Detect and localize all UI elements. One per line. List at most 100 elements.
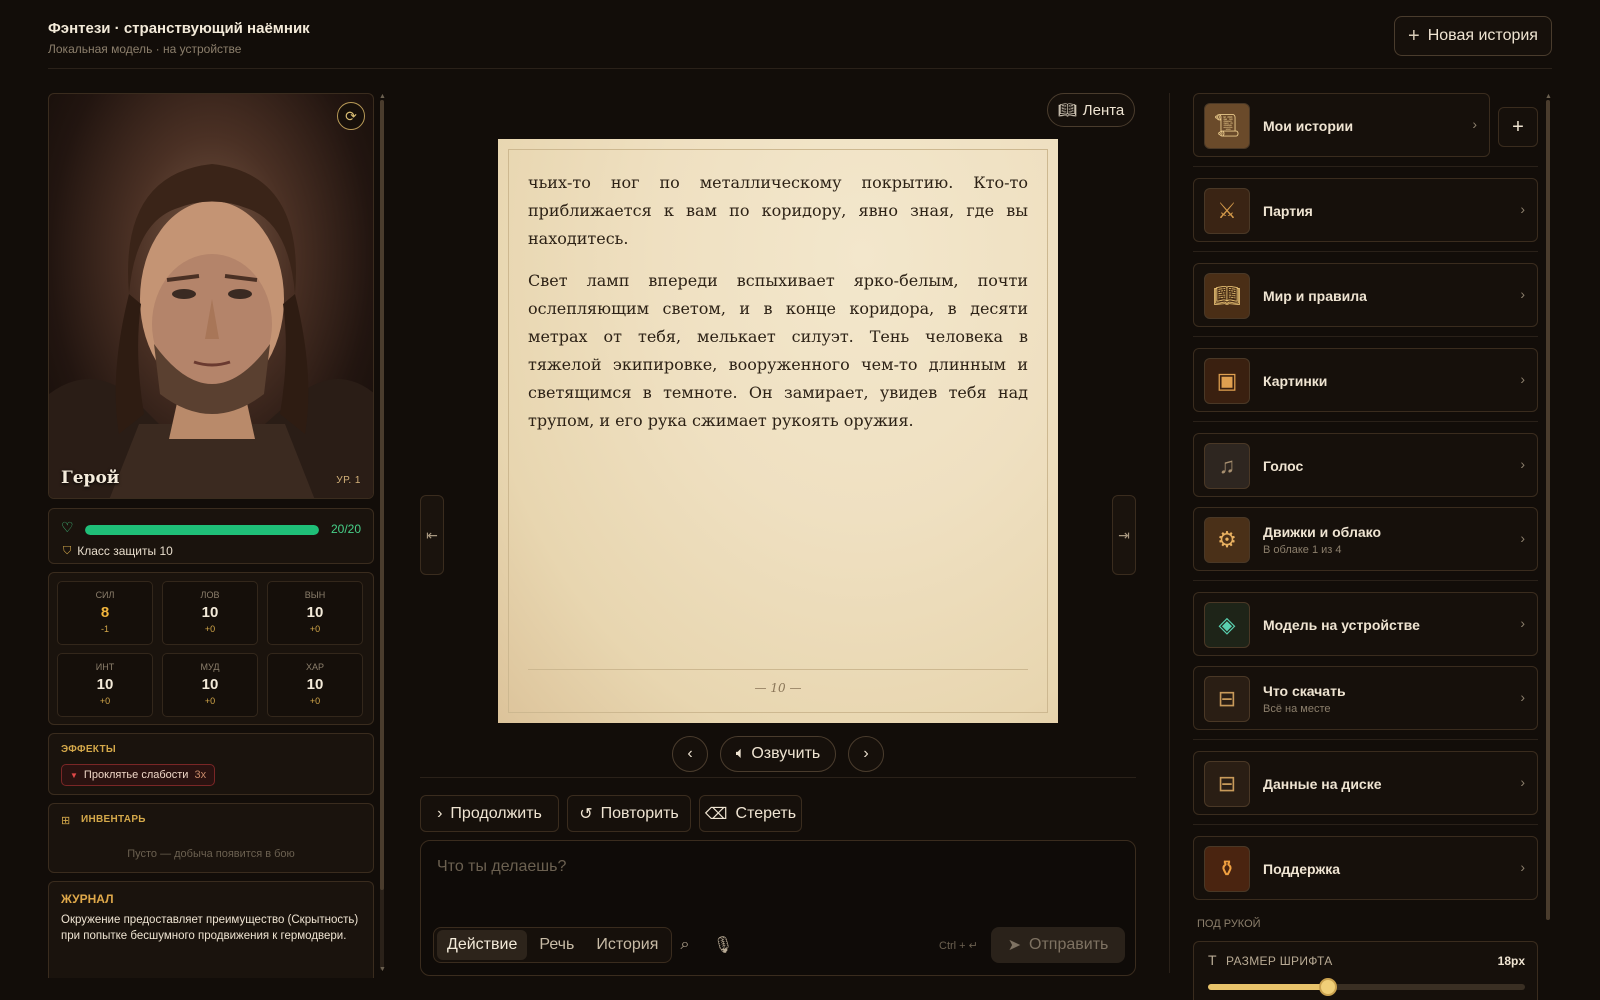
- menu-support[interactable]: ⚱︎ Поддержка ›: [1193, 836, 1538, 900]
- font-size-slider-handle[interactable]: [1319, 978, 1338, 996]
- menu-my-stories[interactable]: 📜︎ Мои истории ›: [1193, 93, 1490, 157]
- menu-party[interactable]: ⚔︎ Партия ›: [1193, 178, 1538, 242]
- menu-label: Мир и правила: [1263, 288, 1367, 304]
- left-scrollbar[interactable]: [380, 100, 384, 970]
- stat-value: 10: [201, 676, 219, 693]
- menu-downloads[interactable]: ⊟ Что скачать Всё на месте ›: [1193, 666, 1538, 730]
- chevron-right-icon: ›: [1520, 286, 1525, 302]
- hero-portrait-image: [49, 164, 373, 498]
- collapse-left-panel-button[interactable]: ⇤: [420, 495, 444, 575]
- menu-label: Движки и облако: [1263, 524, 1382, 540]
- next-page-button[interactable]: ›: [848, 736, 884, 772]
- chevron-left-icon: ‹: [687, 745, 693, 762]
- attach-button[interactable]: ⌕: [673, 933, 697, 957]
- effect-name: Проклятье слабости: [83, 769, 189, 781]
- add-story-button[interactable]: +: [1498, 107, 1538, 147]
- effects-label: ЭФФЕКТЫ: [61, 744, 116, 755]
- menu-voice[interactable]: ♫ Голос ›: [1193, 433, 1538, 497]
- new-story-button[interactable]: + Новая история: [1394, 16, 1552, 56]
- prev-page-button[interactable]: ‹: [672, 736, 708, 772]
- chevron-right-icon: ›: [1520, 689, 1525, 705]
- stat-value: 10: [96, 676, 114, 693]
- left-scrollbar-thumb[interactable]: [380, 100, 384, 890]
- chevron-right-icon: ›: [1520, 859, 1525, 875]
- menu-engines-cloud[interactable]: ⚙︎ Движки и облако В облаке 1 из 4 ›: [1193, 507, 1538, 571]
- retry-button[interactable]: ↺ Повторить: [567, 795, 691, 832]
- scroll-up-icon[interactable]: ▲: [379, 93, 386, 100]
- send-button[interactable]: ➤ Отправить: [991, 927, 1125, 963]
- quick-settings-label: ПОД РУКОЙ: [1197, 918, 1261, 930]
- menu-disk-data[interactable]: ⊟ Данные на диске ›: [1193, 751, 1538, 815]
- journal-entry: Окружение предоставляет преимущество (Ск…: [61, 914, 359, 942]
- stat-modifier: +0: [204, 696, 216, 706]
- story-paragraph: чьих-то ног по металлическому покрытию. …: [528, 173, 1028, 248]
- mode-speech[interactable]: Речь: [529, 930, 584, 960]
- narrate-button[interactable]: 🔈︎ Озвучить: [720, 736, 836, 772]
- stat-modifier: -1: [100, 624, 109, 634]
- stat-int: ИНТ 10 +0: [57, 653, 153, 717]
- stat-name: ВЫН: [304, 590, 326, 600]
- inventory-label: ИНВЕНТАРЬ: [81, 814, 146, 825]
- page-subtitle: Локальная модель · на устройстве: [48, 42, 242, 56]
- stat-dex: ЛОВ 10 +0: [162, 581, 258, 645]
- menu-label: Партия: [1263, 203, 1313, 219]
- regenerate-portrait-button[interactable]: ⟳: [337, 102, 365, 130]
- story-page: чьих-то ног по металлическому покрытию. …: [498, 139, 1058, 723]
- engine-icon: ⚙︎: [1204, 517, 1250, 563]
- hp-value: 20/20: [330, 522, 361, 536]
- plus-icon: +: [1408, 25, 1420, 47]
- font-size-slider[interactable]: [1208, 978, 1525, 996]
- menu-label: Голос: [1263, 458, 1304, 474]
- mode-action[interactable]: Действие: [437, 930, 528, 960]
- inventory-panel: ⊞ ИНВЕНТАРЬ Пусто — добыча появится в бо…: [48, 803, 374, 873]
- chevron-right-icon: ›: [1520, 774, 1525, 790]
- microphone-button[interactable]: 🎙︎: [711, 933, 735, 957]
- menu-device-model[interactable]: ◈ Модель на устройстве ›: [1193, 592, 1538, 656]
- feed-button[interactable]: 📖︎ Лента: [1047, 93, 1135, 127]
- retry-label: Повторить: [600, 804, 679, 822]
- scroll-down-icon[interactable]: ▼: [379, 966, 386, 973]
- panel-left-icon: ⇤: [426, 526, 438, 543]
- chevron-right-icon: ›: [1520, 201, 1525, 217]
- plus-icon: +: [1512, 115, 1524, 138]
- action-input[interactable]: [437, 855, 1037, 879]
- app-header: Фэнтези · странствующий наёмник Локальна…: [48, 14, 1552, 69]
- right-scrollbar[interactable]: [1546, 100, 1550, 920]
- voice-icon: ♫: [1204, 443, 1250, 489]
- refresh-icon: ⟳: [345, 107, 357, 124]
- erase-label: Стереть: [735, 804, 797, 822]
- right-scrollbar-thumb[interactable]: [1546, 100, 1550, 920]
- backpack-icon: ⊞: [61, 815, 71, 827]
- hero-name: Герой: [61, 468, 120, 488]
- menu-divider: [1193, 336, 1538, 337]
- chevron-right-icon: ›: [863, 745, 869, 762]
- stat-cha: ХАР 10 +0: [267, 653, 363, 717]
- narrate-label: Озвучить: [751, 745, 821, 762]
- scroll-icon: 📜︎: [1204, 103, 1250, 149]
- menu-divider: [1193, 824, 1538, 825]
- effect-chip[interactable]: ▼ Проклятье слабости 3x: [61, 764, 216, 786]
- menu-pictures[interactable]: ▣ Картинки ›: [1193, 348, 1538, 412]
- menu-label: Модель на устройстве: [1263, 617, 1420, 633]
- mode-story[interactable]: История: [586, 930, 668, 960]
- page-number: — 10 —: [754, 681, 802, 695]
- feed-label: Лента: [1082, 101, 1125, 119]
- journal-label: ЖУРНАЛ: [61, 892, 114, 906]
- page-divider: [528, 669, 1028, 670]
- effect-stack: 3x: [194, 769, 207, 781]
- stat-value: 10: [306, 676, 324, 693]
- menu-world-rules[interactable]: 📖︎ Мир и правила ›: [1193, 263, 1538, 327]
- story-text: чьих-то ног по металлическому покрытию. …: [528, 169, 1028, 449]
- stat-modifier: +0: [309, 696, 321, 706]
- stat-con: ВЫН 10 +0: [267, 581, 363, 645]
- collapse-right-panel-button[interactable]: ⇥: [1112, 495, 1136, 575]
- download-chest-icon: ⊟: [1204, 676, 1250, 722]
- scroll-up-icon[interactable]: ▲: [1545, 93, 1552, 100]
- erase-button[interactable]: ⌫ Стереть: [699, 795, 802, 832]
- menu-label: Мои истории: [1263, 118, 1354, 134]
- chevron-right-icon: ›: [437, 804, 443, 822]
- continue-button[interactable]: › Продолжить: [420, 795, 559, 832]
- stat-modifier: +0: [99, 696, 111, 706]
- menu-divider: [1193, 421, 1538, 422]
- column-divider: [1169, 93, 1170, 973]
